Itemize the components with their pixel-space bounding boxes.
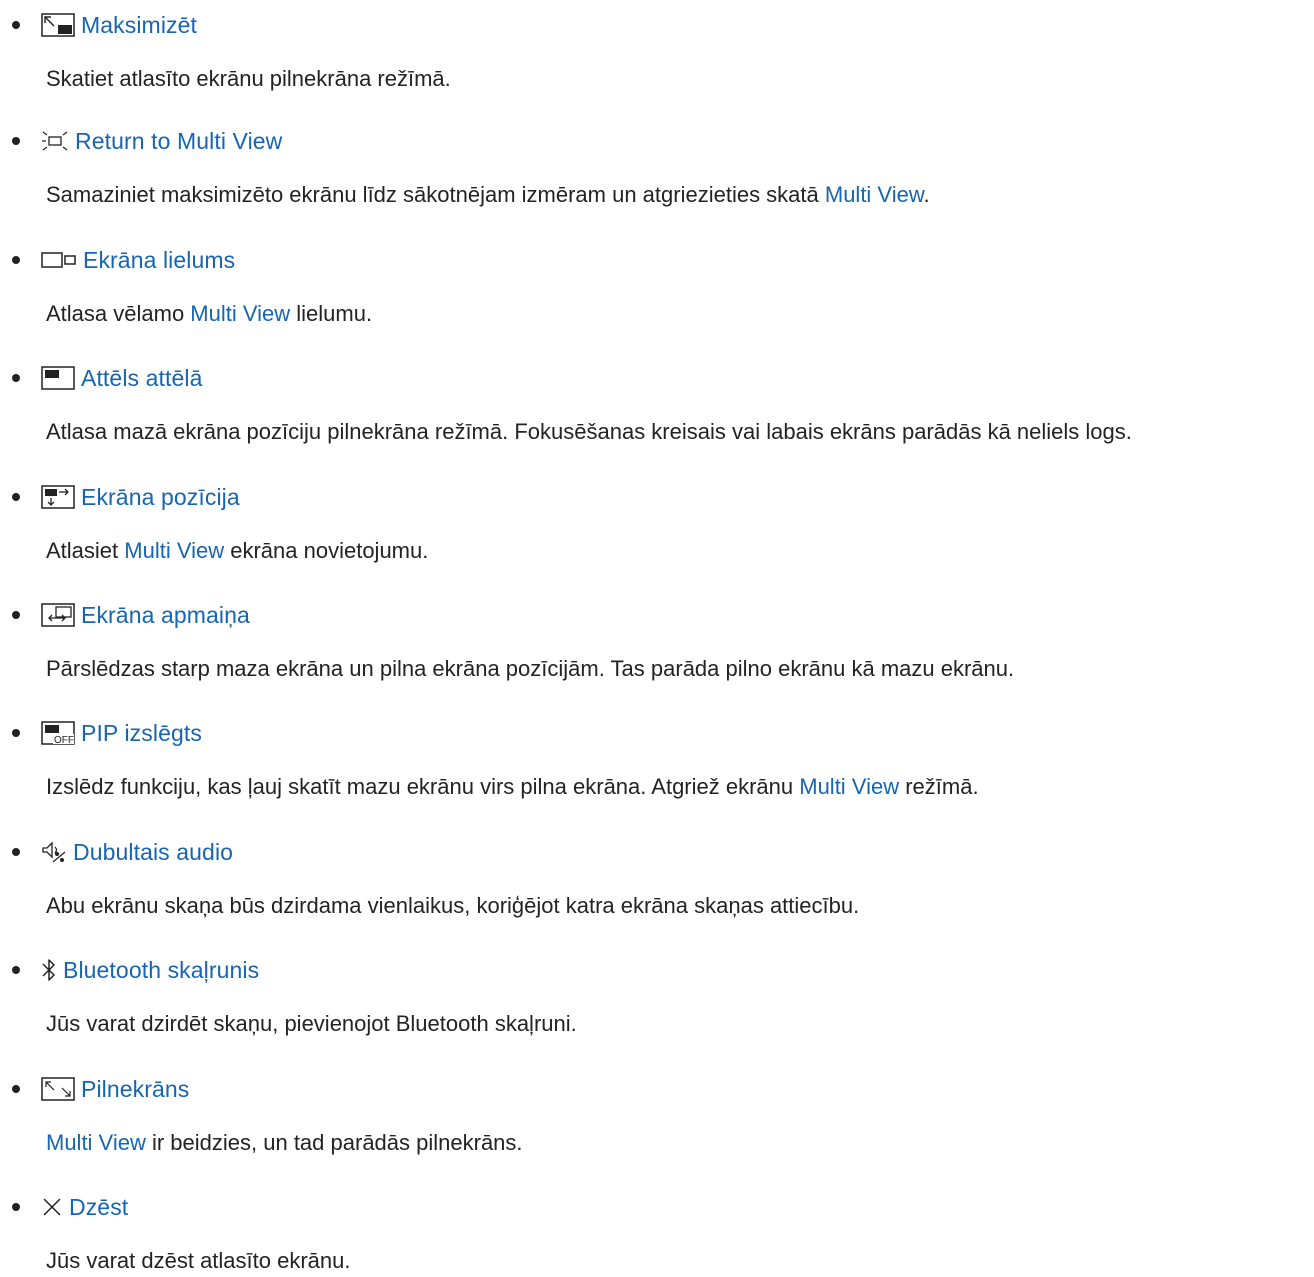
- item-description: Jūs varat dzēst atlasīto ekrānu.: [46, 1248, 351, 1273]
- item-description: Pārslēdzas starp maza ekrāna un pilna ek…: [46, 656, 1015, 681]
- item-title[interactable]: Maksimizēt: [81, 12, 197, 39]
- bullet: [12, 966, 20, 974]
- multi-view-link[interactable]: Multi View: [825, 182, 924, 207]
- bullet: [12, 374, 20, 382]
- item-title[interactable]: Pilnekrāns: [81, 1076, 189, 1103]
- return-multiview-icon: [41, 130, 69, 152]
- screen-swap-icon: [41, 603, 75, 627]
- item-description: Skatiet atlasīto ekrānu pilnekrāna režīm…: [46, 66, 451, 91]
- item-description: Multi View ir beidzies, un tad parādās p…: [46, 1128, 523, 1158]
- delete-icon: [41, 1196, 63, 1218]
- bullet: [12, 729, 20, 737]
- item-title[interactable]: Bluetooth skaļrunis: [63, 957, 259, 984]
- bullet: [12, 1085, 20, 1093]
- pip-off-icon: OFF: [41, 721, 75, 745]
- bullet: [12, 493, 20, 501]
- item-description: Samaziniet maksimizēto ekrānu līdz sākot…: [46, 180, 930, 210]
- screen-size-icon: [41, 250, 77, 270]
- description-text: Izslēdz funkciju, kas ļauj skatīt mazu e…: [46, 774, 800, 799]
- item-title[interactable]: PIP izslēgts: [81, 720, 202, 747]
- item-description: Jūs varat dzirdēt skaņu, pievienojot Blu…: [46, 1011, 577, 1036]
- item-title[interactable]: Ekrāna pozīcija: [81, 484, 240, 511]
- bullet: [12, 848, 20, 856]
- item-title[interactable]: Ekrāna lielums: [83, 247, 235, 274]
- item-description: Izslēdz funkciju, kas ļauj skatīt mazu e…: [46, 772, 979, 802]
- bullet: [12, 611, 20, 619]
- bullet: [12, 1203, 20, 1211]
- item-title[interactable]: Dubultais audio: [73, 839, 233, 866]
- bullet: [12, 137, 20, 145]
- multi-view-link[interactable]: Multi View: [190, 301, 290, 326]
- item-title[interactable]: Dzēst: [69, 1194, 128, 1221]
- description-text: lielumu.: [290, 301, 373, 326]
- description-text: ekrāna novietojumu.: [224, 538, 429, 563]
- multi-view-link[interactable]: Multi View: [46, 1130, 146, 1155]
- bullet: [12, 21, 20, 29]
- description-text: režīmā.: [899, 774, 979, 799]
- bullet: [12, 256, 20, 264]
- description-text: Atlasiet: [46, 538, 125, 563]
- item-description: Atlasa mazā ekrāna pozīciju pilnekrāna r…: [46, 419, 1132, 444]
- multi-view-link[interactable]: Multi View: [124, 538, 224, 563]
- full-screen-icon: [41, 1077, 75, 1101]
- item-description: Atlasiet Multi View ekrāna novietojumu.: [46, 536, 428, 566]
- item-title[interactable]: Ekrāna apmaiņa: [81, 602, 250, 629]
- item-title[interactable]: Return to Multi View: [75, 128, 282, 155]
- picture-in-picture-icon: [41, 366, 75, 390]
- dual-audio-icon: [41, 840, 67, 864]
- description-text: ir beidzies, un tad parādās pilnekrāns.: [145, 1130, 523, 1155]
- item-description: Atlasa vēlamo Multi View lielumu.: [46, 299, 372, 329]
- feature-list: Maksimizēt Skatiet atlasīto ekrānu pilne…: [0, 0, 1314, 1277]
- maximize-icon: [41, 13, 75, 37]
- pip-off-label: OFF: [54, 735, 74, 745]
- item-title[interactable]: Attēls attēlā: [81, 365, 202, 392]
- item-description: Abu ekrānu skaņa būs dzirdama vienlaikus…: [46, 893, 860, 918]
- description-text: Samaziniet maksimizēto ekrānu līdz sākot…: [46, 182, 825, 207]
- screen-position-icon: [41, 485, 75, 509]
- bluetooth-icon: [41, 957, 57, 983]
- multi-view-link[interactable]: Multi View: [799, 774, 899, 799]
- description-text: .: [923, 182, 930, 207]
- description-text: Atlasa vēlamo: [46, 301, 191, 326]
